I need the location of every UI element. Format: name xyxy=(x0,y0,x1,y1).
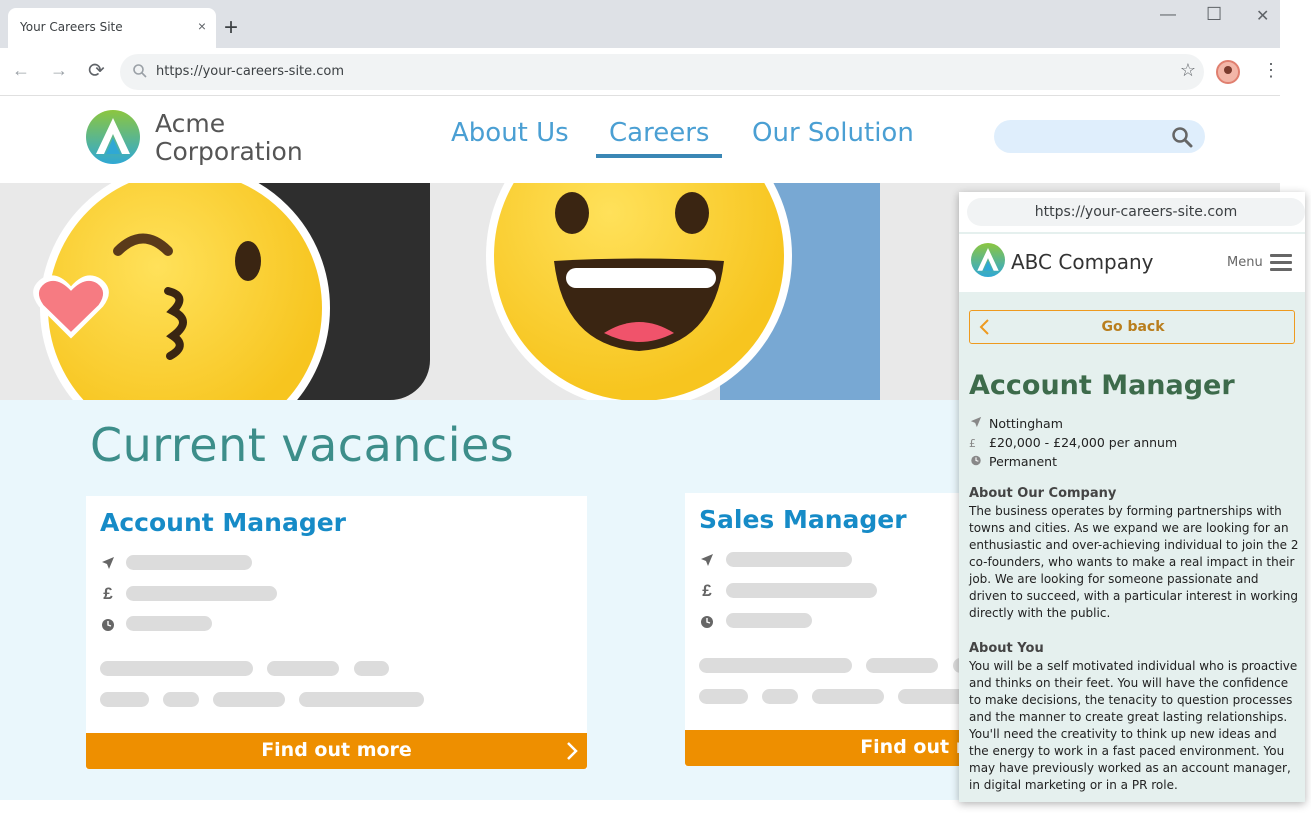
search-icon[interactable] xyxy=(1171,126,1193,148)
skeleton-location xyxy=(126,555,252,570)
reload-icon[interactable]: ⟳ xyxy=(88,58,105,83)
pound-icon: £ xyxy=(969,437,976,450)
location-arrow-icon xyxy=(102,557,114,569)
brand-line-1: Acme xyxy=(155,109,226,138)
address-url[interactable]: https://your-careers-site.com xyxy=(156,64,344,79)
nav-active-indicator xyxy=(596,154,722,158)
skeleton-type xyxy=(126,616,212,631)
job-salary: £ £20,000 - £24,000 per annum xyxy=(969,435,1177,450)
location-arrow-icon xyxy=(701,554,713,566)
about-company-text: The business operates by forming partner… xyxy=(969,504,1299,620)
go-back-label: Go back xyxy=(1101,319,1165,335)
clock-icon xyxy=(971,455,981,466)
mobile-brand-name[interactable]: ABC Company xyxy=(1011,250,1154,274)
go-back-button[interactable]: Go back xyxy=(969,310,1295,344)
skeleton-text xyxy=(100,661,253,676)
vacancy-title[interactable]: Sales Manager xyxy=(699,505,907,534)
site-search-input[interactable] xyxy=(994,120,1205,153)
mobile-address-bar: https://your-careers-site.com xyxy=(959,192,1305,232)
tab-close-icon[interactable]: × xyxy=(198,18,206,34)
laughing-emoji-icon xyxy=(486,183,792,400)
skeleton-type xyxy=(726,613,812,628)
about-you-heading: About You xyxy=(969,641,1044,656)
nav-about-us[interactable]: About Us xyxy=(451,118,569,148)
skeleton-location xyxy=(726,552,852,567)
minimize-icon[interactable]: — xyxy=(1160,6,1176,24)
job-type: Permanent xyxy=(969,454,1057,469)
mobile-site-header: ABC Company Menu xyxy=(959,234,1305,292)
find-out-more-label: Find out more xyxy=(261,739,412,761)
skeleton-text xyxy=(699,689,748,704)
job-location: Nottingham xyxy=(969,416,1063,431)
about-you-text: You will be a self motivated individual … xyxy=(969,659,1298,792)
maximize-icon[interactable]: ☐ xyxy=(1206,4,1222,25)
brand-line-2: Corporation xyxy=(155,137,303,166)
forward-arrow-icon[interactable]: → xyxy=(50,60,68,81)
heart-icon xyxy=(33,275,109,339)
skeleton-text xyxy=(163,692,199,707)
location-arrow-icon xyxy=(970,416,982,428)
vacancy-title[interactable]: Account Manager xyxy=(100,508,346,537)
acme-logo-icon[interactable] xyxy=(86,110,140,164)
job-location-text: Nottingham xyxy=(989,416,1063,431)
abc-company-logo-icon[interactable] xyxy=(971,243,1005,277)
browser-menu-icon[interactable]: ⋮ xyxy=(1262,60,1280,81)
company-brand-name[interactable]: Acme Corporation xyxy=(155,110,303,166)
hamburger-menu-icon[interactable] xyxy=(1270,254,1292,271)
skeleton-text xyxy=(699,658,852,673)
find-out-more-button[interactable]: Find out more xyxy=(86,733,587,769)
pound-icon: £ xyxy=(103,584,113,603)
site-header: Acme Corporation About Us Careers Our So… xyxy=(0,96,1280,183)
vacancies-heading: Current vacancies xyxy=(90,418,515,472)
skeleton-salary xyxy=(726,583,877,598)
job-title: Account Manager xyxy=(969,370,1235,401)
job-type-text: Permanent xyxy=(989,454,1057,469)
about-company-heading: About Our Company xyxy=(969,486,1117,501)
vacancy-card-account-manager[interactable]: Account Manager £ Find out more xyxy=(86,496,587,769)
mobile-url[interactable]: https://your-careers-site.com xyxy=(967,198,1305,226)
nav-our-solution[interactable]: Our Solution xyxy=(752,118,914,148)
skeleton-text xyxy=(866,658,938,673)
nav-careers[interactable]: Careers xyxy=(609,118,709,148)
tab-bar: Your Careers Site × + — ☐ ✕ xyxy=(0,0,1280,48)
skeleton-text xyxy=(762,689,798,704)
skeleton-text xyxy=(213,692,285,707)
bookmark-star-icon[interactable]: ☆ xyxy=(1180,60,1196,81)
skeleton-text xyxy=(299,692,424,707)
pound-icon: £ xyxy=(702,581,712,600)
browser-toolbar: ← → ⟳ https://your-careers-site.com ☆ ⋮ xyxy=(0,48,1280,96)
profile-avatar[interactable] xyxy=(1216,60,1240,84)
clock-icon xyxy=(701,616,713,628)
mobile-menu-label[interactable]: Menu xyxy=(1227,255,1263,270)
job-salary-text: £20,000 - £24,000 per annum xyxy=(989,435,1178,450)
skeleton-text xyxy=(354,661,389,676)
skeleton-text xyxy=(100,692,149,707)
new-tab-icon[interactable]: + xyxy=(224,16,238,40)
browser-tab[interactable]: Your Careers Site × xyxy=(8,8,216,48)
tab-title: Your Careers Site xyxy=(20,20,123,34)
skeleton-text xyxy=(812,689,884,704)
skeleton-text xyxy=(267,661,339,676)
mobile-preview-window: https://your-careers-site.com ABC Compan… xyxy=(959,192,1305,802)
clock-icon xyxy=(102,619,114,631)
address-bar[interactable]: https://your-careers-site.com ☆ xyxy=(120,54,1204,90)
chevron-right-icon xyxy=(567,742,578,760)
search-icon xyxy=(133,64,147,78)
skeleton-salary xyxy=(126,586,277,601)
back-arrow-icon[interactable]: ← xyxy=(12,60,30,81)
close-window-icon[interactable]: ✕ xyxy=(1256,6,1269,26)
